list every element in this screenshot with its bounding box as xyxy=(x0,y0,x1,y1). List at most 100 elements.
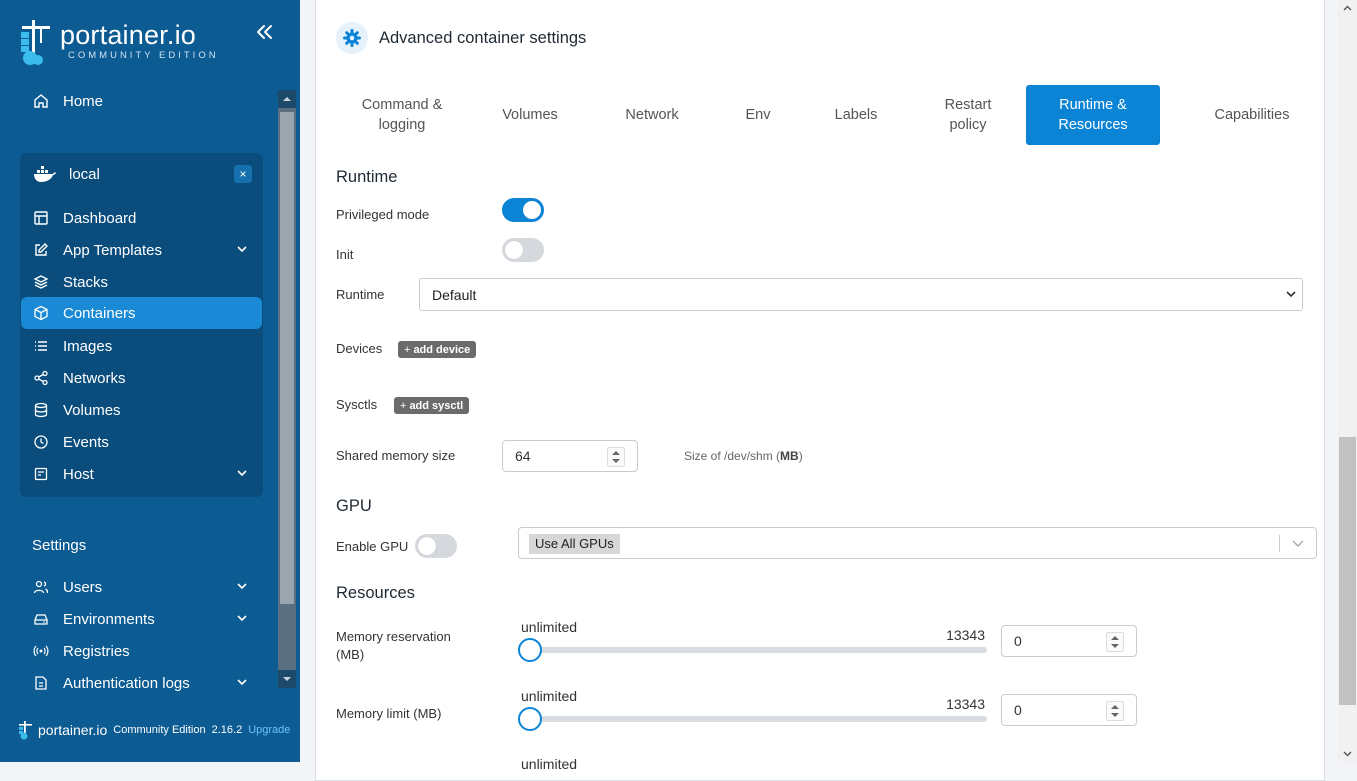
sidebar-item-label: Events xyxy=(63,433,109,451)
add-device-button[interactable]: + add device xyxy=(398,341,477,358)
sidebar-nav: Home local × Dashboard App Templates Sta… xyxy=(0,84,300,692)
main-scrollbar[interactable] xyxy=(1338,0,1357,762)
sidebar-item-label: Stacks xyxy=(63,273,109,291)
close-environment-button[interactable]: × xyxy=(234,165,252,183)
runtime-heading: Runtime xyxy=(336,168,398,186)
add-sysctl-button[interactable]: + add sysctl xyxy=(394,397,470,414)
enable-gpu-label: Enable GPU xyxy=(336,539,409,554)
memory-reservation-slider[interactable]: unlimited 13343 xyxy=(518,619,987,662)
privileged-mode-label: Privileged mode xyxy=(336,207,430,222)
shared-memory-help: Size of /dev/shm (MB) xyxy=(684,449,803,463)
devices-label: Devices xyxy=(336,341,383,356)
gpu-heading: GPU xyxy=(336,497,372,515)
footer-brand: portainer.io xyxy=(38,722,108,738)
list-icon xyxy=(35,341,47,351)
scroll-up-arrow-icon[interactable] xyxy=(1343,4,1352,13)
sysctls-label: Sysctls xyxy=(336,397,378,412)
sidebar-scrollbar[interactable] xyxy=(278,90,296,688)
sidebar-item-dashboard[interactable]: Dashboard xyxy=(21,202,262,234)
plus-icon: + xyxy=(404,343,411,356)
sidebar-item-events[interactable]: Events xyxy=(21,426,262,458)
number-spinner[interactable] xyxy=(1106,701,1124,721)
sidebar-scroll-thumb[interactable] xyxy=(280,112,294,604)
brand-subtitle: COMMUNITY EDITION xyxy=(68,50,219,61)
caret-up-icon xyxy=(283,97,291,101)
gear-icon xyxy=(336,22,368,54)
sidebar-item-label: Dashboard xyxy=(63,209,137,227)
share-icon xyxy=(34,370,48,386)
scroll-down-arrow-icon[interactable] xyxy=(1343,749,1352,758)
tab-command-logging[interactable]: Command & logging xyxy=(348,85,456,145)
sidebar-item-host[interactable]: Host xyxy=(21,458,262,490)
advanced-settings-card: Advanced container settings Command & log… xyxy=(315,0,1325,781)
next-slider-partial-label: unlimited xyxy=(521,756,578,772)
tab-env[interactable]: Env xyxy=(726,85,790,145)
caret-down-icon xyxy=(283,677,291,681)
slider-track[interactable] xyxy=(518,716,987,722)
init-label: Init xyxy=(336,247,354,262)
card-header: Advanced container settings xyxy=(336,22,586,54)
slider-handle[interactable] xyxy=(518,638,542,662)
tab-runtime-resources[interactable]: Runtime & Resources xyxy=(1026,85,1160,145)
sidebar-item-stacks[interactable]: Stacks xyxy=(21,266,262,298)
sidebar-item-networks[interactable]: Networks xyxy=(21,362,262,394)
slider-handle[interactable] xyxy=(518,707,542,731)
runtime-select[interactable]: Default xyxy=(419,278,1303,311)
tab-restart-policy[interactable]: Restart policy xyxy=(928,85,1008,145)
memory-reservation-input[interactable]: 0 xyxy=(1001,625,1137,657)
scroll-up-arrow[interactable] xyxy=(278,90,296,108)
sidebar-item-label: Host xyxy=(63,465,94,483)
radio-icon xyxy=(33,645,49,657)
sidebar-item-environments[interactable]: Environments xyxy=(21,603,262,635)
sidebar-item-containers[interactable]: Containers xyxy=(21,297,262,329)
gpu-select[interactable]: Use All GPUs xyxy=(518,527,1317,559)
environment-header[interactable]: local xyxy=(21,158,262,190)
shared-memory-label: Shared memory size xyxy=(336,448,456,463)
memory-limit-slider[interactable]: unlimited 13343 xyxy=(518,688,987,731)
chevron-down-icon xyxy=(1292,540,1304,547)
sidebar-item-images[interactable]: Images xyxy=(21,330,262,362)
enable-gpu-toggle[interactable] xyxy=(415,534,457,558)
slider-track[interactable] xyxy=(518,647,987,653)
resources-heading: Resources xyxy=(336,584,415,602)
brand[interactable]: portainer.io COMMUNITY EDITION xyxy=(18,18,268,68)
sidebar-item-volumes[interactable]: Volumes xyxy=(21,394,262,426)
footer-version: 2.16.2 xyxy=(211,724,243,736)
number-spinner[interactable] xyxy=(1106,632,1124,652)
card-title: Advanced container settings xyxy=(379,28,587,47)
privileged-mode-toggle[interactable] xyxy=(502,198,544,222)
tab-capabilities[interactable]: Capabilities xyxy=(1182,85,1322,145)
sidebar-item-label: Volumes xyxy=(63,401,121,419)
sidebar-item-label: Registries xyxy=(63,642,130,660)
sidebar-item-label: Home xyxy=(63,92,104,110)
tab-labels[interactable]: Labels xyxy=(816,85,896,145)
portainer-logo-icon xyxy=(21,20,50,65)
slider-max-label: 13343 xyxy=(946,696,985,712)
sidebar-item-authentication-logs[interactable]: Authentication logs xyxy=(21,667,262,692)
main-scroll-thumb[interactable] xyxy=(1339,437,1356,705)
scroll-down-arrow[interactable] xyxy=(278,670,296,688)
sidebar-item-registries[interactable]: Registries xyxy=(21,635,262,667)
memory-limit-input[interactable]: 0 xyxy=(1001,694,1137,726)
sidebar: portainer.io COMMUNITY EDITION Home loca… xyxy=(0,0,300,762)
sidebar-item-users[interactable]: Users xyxy=(21,571,262,603)
main-content: Advanced container settings Command & log… xyxy=(300,0,1337,781)
edit-icon xyxy=(35,243,48,256)
tab-network[interactable]: Network xyxy=(598,85,706,145)
users-icon xyxy=(33,580,49,594)
server-icon xyxy=(34,467,48,481)
number-spinner[interactable] xyxy=(607,447,625,467)
init-toggle[interactable] xyxy=(502,238,544,262)
memory-reservation-label: Memory reservation (MB) xyxy=(336,629,451,662)
sidebar-item-home[interactable]: Home xyxy=(21,85,262,117)
chevron-down-icon xyxy=(237,470,247,477)
sidebar-item-label: App Templates xyxy=(63,241,162,259)
tab-volumes[interactable]: Volumes xyxy=(476,85,584,145)
upgrade-link[interactable]: Upgrade xyxy=(248,724,290,736)
shared-memory-input[interactable]: 64 xyxy=(502,440,638,472)
chevron-down-icon xyxy=(237,246,247,253)
home-icon xyxy=(34,94,48,108)
layers-icon xyxy=(33,275,49,289)
sidebar-item-app-templates[interactable]: App Templates xyxy=(21,234,262,266)
collapse-sidebar-icon[interactable] xyxy=(252,20,276,44)
